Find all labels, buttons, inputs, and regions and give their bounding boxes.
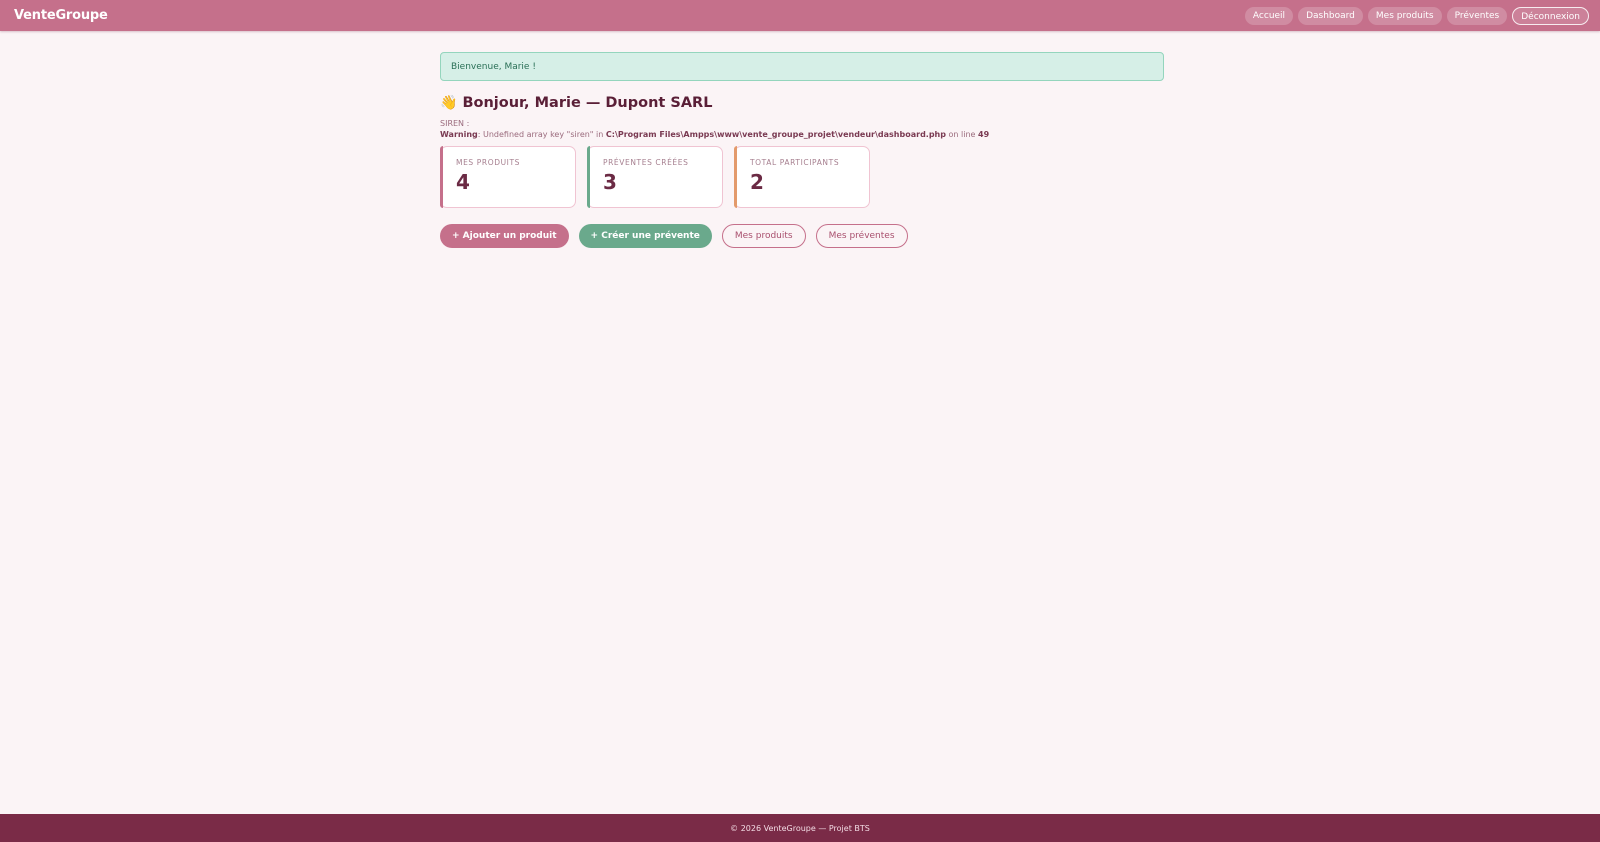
warning-line: 49 [978, 130, 990, 139]
page-footer: © 2026 VenteGroupe — Projet BTS [0, 814, 1600, 842]
dashboard-main: Bienvenue, Marie ! 👋 Bonjour, Marie — Du… [440, 52, 1164, 248]
stat-value: 4 [456, 170, 470, 194]
siren-label: SIREN : [440, 119, 470, 128]
nav-accueil[interactable]: Accueil [1244, 6, 1294, 25]
warning-label: Warning [440, 130, 478, 139]
nav-mes-produits[interactable]: Mes produits [1367, 6, 1442, 25]
warning-on-line: on line [945, 130, 979, 139]
warning-file: C:\Program Files\Ampps\www\vente_groupe_… [605, 130, 946, 139]
top-navbar: VenteGroupe Accueil Dashboard Mes produi… [0, 0, 1600, 31]
stat-card-participants: TOTAL PARTICIPANTS 2 [734, 146, 870, 208]
add-product-button[interactable]: + Ajouter un produit [440, 224, 569, 248]
stat-label: TOTAL PARTICIPANTS [750, 158, 840, 167]
waving-hand-icon: 👋 [440, 95, 458, 111]
create-presale-button[interactable]: + Créer une prévente [578, 224, 712, 248]
stats-cards: MES PRODUITS 4 PRÉVENTES CRÉÉES 3 TOTAL … [440, 146, 1164, 208]
main-nav: Accueil Dashboard Mes produits Préventes… [1244, 6, 1589, 25]
stat-label: MES PRODUITS [456, 158, 521, 167]
stat-value: 2 [750, 170, 764, 194]
my-products-button[interactable]: Mes produits [721, 224, 806, 248]
my-presales-button[interactable]: Mes préventes [815, 224, 908, 248]
php-warning: Warning: Undefined array key "siren" in … [440, 129, 1164, 141]
nav-dashboard[interactable]: Dashboard [1298, 6, 1363, 25]
warning-message: : Undefined array key "siren" in [477, 130, 606, 139]
stat-value: 3 [603, 170, 617, 194]
greeting-text: Bonjour, Marie — Dupont SARL [462, 95, 713, 111]
page-title: 👋 Bonjour, Marie — Dupont SARL [440, 93, 1164, 113]
action-buttons: + Ajouter un produit + Créer une prévent… [440, 224, 1164, 248]
stat-card-preventes: PRÉVENTES CRÉÉES 3 [587, 146, 723, 208]
nav-preventes[interactable]: Préventes [1446, 6, 1508, 25]
brand-logo[interactable]: VenteGroupe [14, 8, 108, 23]
stat-label: PRÉVENTES CRÉÉES [603, 158, 689, 167]
welcome-flash-message: Bienvenue, Marie ! [440, 52, 1164, 81]
logout-button[interactable]: Déconnexion [1512, 6, 1589, 25]
stat-card-produits: MES PRODUITS 4 [440, 146, 576, 208]
